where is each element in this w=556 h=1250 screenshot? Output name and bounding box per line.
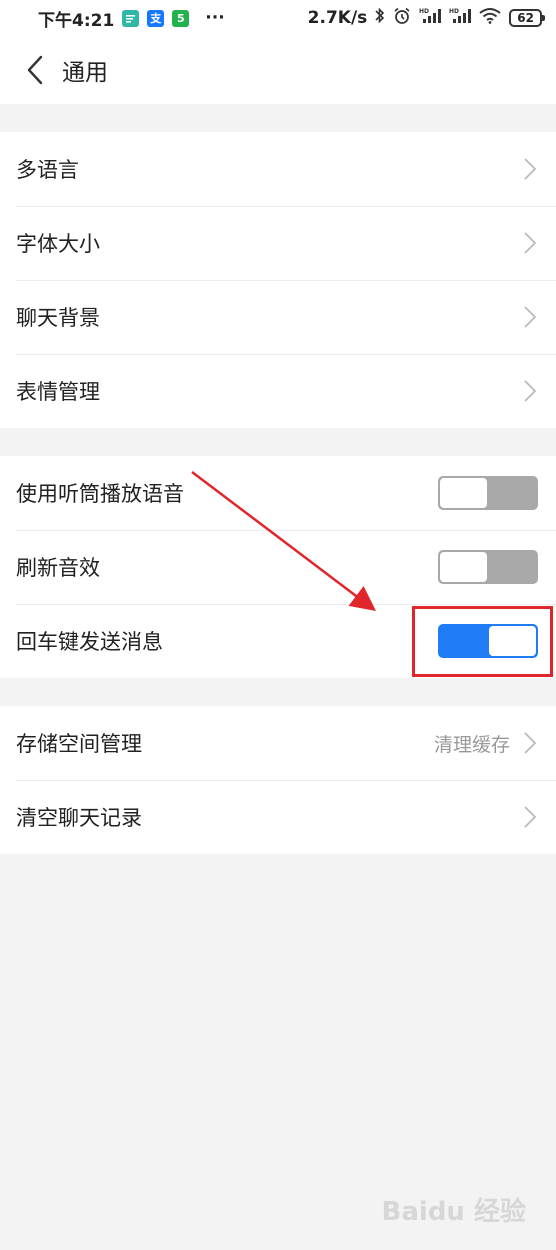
section-gap bbox=[0, 428, 556, 456]
settings-item-label: 聊天背景 bbox=[16, 306, 100, 330]
bluetooth-icon bbox=[375, 7, 385, 29]
chevron-right-icon bbox=[522, 156, 538, 182]
baidu-watermark: Baidu 经验 bbox=[381, 1197, 526, 1227]
chat-app-icon: 5 bbox=[172, 9, 190, 27]
chevron-right-icon bbox=[522, 804, 538, 830]
chevron-left-icon bbox=[27, 55, 43, 85]
settings-group-storage: 存储空间管理 清理缓存 清空聊天记录 bbox=[0, 706, 556, 854]
settings-item-sticker-management[interactable]: 表情管理 bbox=[0, 354, 556, 428]
enter-to-send-toggle[interactable] bbox=[438, 624, 538, 658]
page-title: 通用 bbox=[62, 60, 108, 86]
svg-text:HD: HD bbox=[419, 8, 429, 15]
toggle-knob bbox=[440, 552, 487, 582]
section-gap bbox=[0, 104, 556, 132]
message-app-icon bbox=[122, 9, 140, 27]
settings-item-label: 回车键发送消息 bbox=[16, 630, 163, 654]
settings-item-label: 刷新音效 bbox=[16, 556, 100, 580]
settings-item-label: 多语言 bbox=[16, 158, 79, 182]
status-time: 下午4:21 bbox=[38, 10, 115, 31]
section-gap bbox=[0, 678, 556, 706]
settings-item-label: 字体大小 bbox=[16, 232, 100, 256]
earpiece-playback-toggle[interactable] bbox=[438, 476, 538, 510]
settings-item-font-size[interactable]: 字体大小 bbox=[0, 206, 556, 280]
toggle-knob bbox=[489, 626, 536, 656]
chevron-right-icon bbox=[522, 304, 538, 330]
toggle-knob bbox=[440, 478, 487, 508]
settings-item-clear-chat-history[interactable]: 清空聊天记录 bbox=[0, 780, 556, 854]
status-left: 下午4:21 支 5 ··· bbox=[38, 6, 225, 31]
chevron-right-icon bbox=[522, 730, 538, 756]
status-bar: 下午4:21 支 5 ··· 2.7K/s HD HD 62 bbox=[0, 0, 556, 36]
alarm-icon bbox=[393, 7, 411, 30]
more-notifications-icon: ··· bbox=[205, 8, 225, 28]
signal-hd-1-icon: HD bbox=[419, 7, 442, 29]
battery-indicator: 62 bbox=[509, 9, 545, 27]
svg-text:HD: HD bbox=[449, 8, 459, 15]
network-speed: 2.7K/s bbox=[307, 8, 368, 28]
wifi-icon bbox=[479, 7, 501, 29]
nav-bar: 通用 bbox=[0, 36, 556, 104]
settings-item-enter-to-send: 回车键发送消息 bbox=[0, 604, 556, 678]
clear-cache-value: 清理缓存 bbox=[433, 733, 510, 756]
settings-item-label: 存储空间管理 bbox=[16, 732, 142, 756]
chevron-right-icon bbox=[522, 230, 538, 256]
settings-item-right: 清理缓存 bbox=[434, 730, 538, 757]
settings-group-toggles: 使用听筒播放语音 刷新音效 回车键发送消息 bbox=[0, 456, 556, 678]
settings-item-label: 表情管理 bbox=[16, 380, 100, 404]
settings-item-chat-background[interactable]: 聊天背景 bbox=[0, 280, 556, 354]
status-right: 2.7K/s HD HD 62 bbox=[307, 7, 545, 30]
signal-hd-2-icon: HD bbox=[449, 7, 472, 29]
back-button[interactable] bbox=[18, 50, 52, 90]
settings-item-earpiece-playback: 使用听筒播放语音 bbox=[0, 456, 556, 530]
refresh-sound-toggle[interactable] bbox=[438, 550, 538, 584]
settings-item-refresh-sound: 刷新音效 bbox=[0, 530, 556, 604]
settings-item-language[interactable]: 多语言 bbox=[0, 132, 556, 206]
alipay-app-icon: 支 bbox=[147, 9, 165, 27]
settings-group-display: 多语言 字体大小 聊天背景 表情管理 bbox=[0, 132, 556, 428]
settings-item-label: 清空聊天记录 bbox=[16, 806, 142, 830]
chevron-right-icon bbox=[522, 378, 538, 404]
settings-item-storage-management[interactable]: 存储空间管理 清理缓存 bbox=[0, 706, 556, 780]
settings-item-label: 使用听筒播放语音 bbox=[16, 482, 184, 506]
